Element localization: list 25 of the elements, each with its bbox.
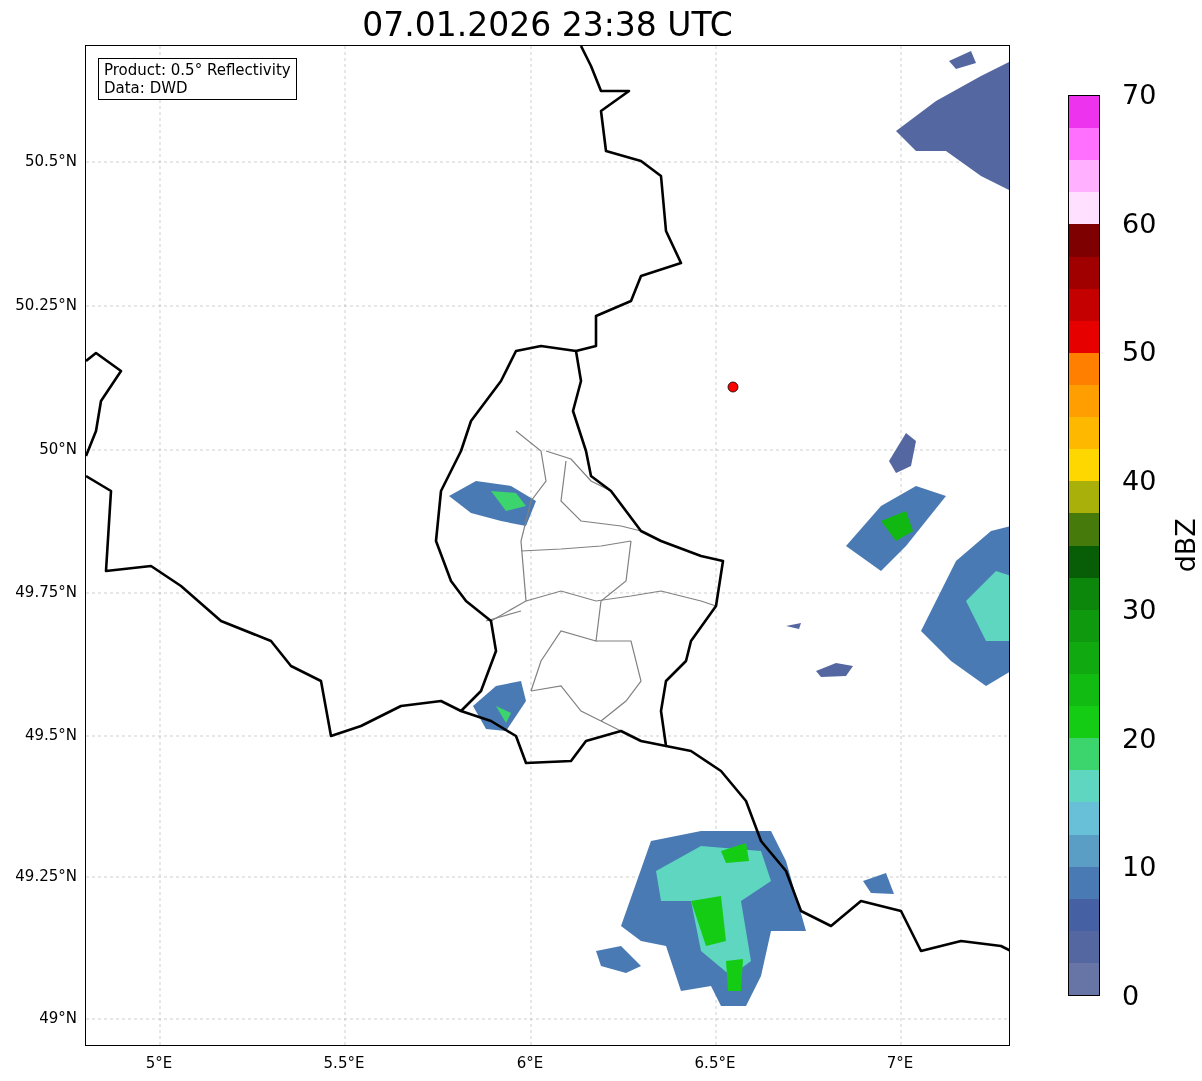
colorbar-tick-label: 30 xyxy=(1122,594,1157,625)
latitude-label: 50°N xyxy=(39,438,77,460)
colorbar-tick-label: 60 xyxy=(1122,208,1157,239)
latitude-label: 49.25°N xyxy=(15,865,77,887)
longitude-label: 7°E xyxy=(886,1053,914,1074)
colorbar-tick-label: 40 xyxy=(1122,466,1157,497)
colorbar-tick-label: 20 xyxy=(1122,723,1157,754)
radar-site-marker xyxy=(727,381,739,393)
longitude-label: 6°E xyxy=(516,1053,544,1074)
colorbar-tick-label: 50 xyxy=(1122,337,1157,368)
chart-title: 07.01.2026 23:38 UTC xyxy=(362,5,733,45)
legend-text: Product: 0.5° Reflectivity xyxy=(104,61,291,79)
latitude-label: 49°N xyxy=(39,1007,77,1029)
colorbar-label: dBZ xyxy=(1168,518,1202,573)
legend-text: Data: DWD xyxy=(104,79,189,97)
colorbar-tick-label: 70 xyxy=(1122,80,1157,110)
latitude-label: 50.25°N xyxy=(15,294,77,316)
latitude-label: 50.5°N xyxy=(24,150,77,172)
longitude-label: 5.5°E xyxy=(323,1053,365,1074)
latitude-label: 49.75°N xyxy=(15,581,77,603)
latitude-label: 49.5°N xyxy=(24,724,77,746)
longitude-label: 5°E xyxy=(145,1053,173,1074)
longitude-label: 6.5°E xyxy=(694,1053,736,1074)
colorbar-tick-label: 10 xyxy=(1122,852,1157,883)
colorbar-tick-label: 0 xyxy=(1122,981,1140,1011)
